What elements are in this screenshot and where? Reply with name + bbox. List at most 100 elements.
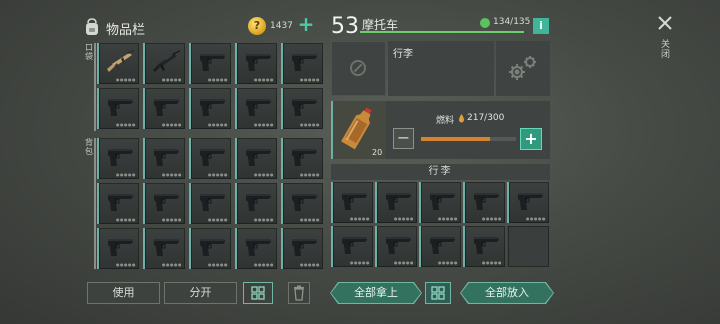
pistol-icon xyxy=(289,50,319,74)
info-button[interactable]: i xyxy=(533,18,549,34)
inventory-slot[interactable]: ●●●●● xyxy=(281,88,323,129)
pistol-icon xyxy=(383,233,413,257)
luggage-slot-label: 行李 xyxy=(393,49,413,60)
quality-stars: ●●●●● xyxy=(350,260,370,265)
inventory-slot[interactable]: ●●●●● xyxy=(281,138,323,179)
add-coins-button[interactable]: + xyxy=(297,14,315,34)
sort-button[interactable] xyxy=(243,282,273,304)
pistol-icon xyxy=(243,50,273,74)
inventory-slot[interactable]: ●●●●● xyxy=(189,43,231,84)
pistol-icon xyxy=(151,145,181,169)
pistol-icon xyxy=(427,189,457,213)
inventory-slot[interactable]: ●●●●● xyxy=(143,43,185,84)
inventory-slot[interactable]: ●●●●● xyxy=(97,43,139,84)
inventory-slot[interactable]: ●●●●● xyxy=(189,88,231,129)
quality-stars: ●●●●● xyxy=(350,216,370,221)
quality-stars: ●●●●● xyxy=(254,122,274,127)
cargo-slot[interactable]: ●●●●● xyxy=(331,182,373,223)
pistol-icon xyxy=(289,95,319,119)
inventory-slot[interactable]: ●●●●● xyxy=(235,183,277,224)
inventory-slot[interactable]: ●●●●● xyxy=(235,88,277,129)
inventory-slot[interactable]: ●●●●● xyxy=(281,228,323,269)
put-all-button[interactable]: 全部放入 xyxy=(461,283,553,303)
quality-stars: ●●●●● xyxy=(208,77,228,82)
pocket-section-bar xyxy=(94,43,96,131)
inventory-slot[interactable]: ●●●●● xyxy=(235,43,277,84)
fuel-decrease-button[interactable]: − xyxy=(393,128,414,149)
inventory-slot[interactable]: ●●●●● xyxy=(235,138,277,179)
close-icon[interactable] xyxy=(655,13,675,33)
pistol-icon xyxy=(151,235,181,259)
backpack-section-bar xyxy=(94,138,96,269)
fuel-increase-button[interactable]: + xyxy=(520,128,542,150)
inventory-slot[interactable]: ●●●●● xyxy=(97,88,139,129)
fuel-slider-fill xyxy=(421,137,490,141)
pistol-icon xyxy=(197,50,227,74)
coin-icon: ? xyxy=(248,17,266,35)
fuel-slider[interactable] xyxy=(421,137,516,141)
pistol-icon xyxy=(105,235,135,259)
use-button[interactable]: 使用 xyxy=(87,282,160,304)
grid-icon xyxy=(251,286,265,300)
inventory-slot[interactable]: ●●●●● xyxy=(97,228,139,269)
quality-stars: ●●●●● xyxy=(482,260,502,265)
take-all-button[interactable]: 全部拿上 xyxy=(331,283,421,303)
backpack-grid: ●●●●● ●●●●● ●●●●● ●●●●● ●●●●● ●●●●● ●●●●… xyxy=(97,138,323,269)
cargo-slot[interactable]: ●●●●● xyxy=(331,226,373,267)
inventory-slot[interactable]: ●●●●● xyxy=(143,138,185,179)
pistol-icon xyxy=(105,95,135,119)
quality-stars: ●●●●● xyxy=(116,122,136,127)
cargo-slot[interactable]: ●●●●● xyxy=(419,226,461,267)
fuel-bottle-icon xyxy=(341,107,372,150)
inventory-slot[interactable]: ●●●●● xyxy=(97,183,139,224)
inventory-slot[interactable]: ●●●●● xyxy=(281,43,323,84)
discard-button[interactable] xyxy=(288,282,310,304)
pistol-icon xyxy=(243,235,273,259)
pistol-icon xyxy=(339,189,369,213)
cargo-slot[interactable]: ●●●●● xyxy=(375,182,417,223)
cargo-sort-button[interactable] xyxy=(425,282,451,304)
pistol-icon xyxy=(243,145,273,169)
quality-stars: ●●●●● xyxy=(254,172,274,177)
quality-stars: ●●●●● xyxy=(526,216,546,221)
cargo-slot-empty[interactable] xyxy=(507,226,549,267)
quality-stars: ●●●●● xyxy=(208,172,228,177)
quality-stars: ●●●●● xyxy=(254,217,274,222)
quality-stars: ●●●●● xyxy=(394,260,414,265)
inventory-slot[interactable]: ●●●●● xyxy=(189,138,231,179)
inventory-slot[interactable]: ●●●●● xyxy=(97,138,139,179)
inventory-slot[interactable]: ●●●●● xyxy=(143,88,185,129)
quality-stars: ●●●●● xyxy=(300,217,320,222)
cargo-slot[interactable]: ●●●●● xyxy=(507,182,549,223)
inventory-slot[interactable]: ●●●●● xyxy=(143,183,185,224)
pistol-icon xyxy=(383,189,413,213)
inventory-slot[interactable]: ●●●●● xyxy=(235,228,277,269)
inventory-slot[interactable]: ●●●●● xyxy=(189,183,231,224)
quality-stars: ●●●●● xyxy=(116,262,136,267)
fuel-item-quantity: 20 xyxy=(372,148,383,157)
quality-stars: ●●●●● xyxy=(208,262,228,267)
split-button[interactable]: 分开 xyxy=(164,282,237,304)
pistol-icon xyxy=(197,145,227,169)
pistol-icon xyxy=(151,95,181,119)
inventory-slot[interactable]: ●●●●● xyxy=(189,228,231,269)
quality-stars: ●●●●● xyxy=(162,77,182,82)
pistol-icon xyxy=(197,235,227,259)
quality-stars: ●●●●● xyxy=(162,172,182,177)
rifle-icon xyxy=(151,50,181,74)
inventory-slot[interactable]: ●●●●● xyxy=(143,228,185,269)
cargo-slot[interactable]: ●●●●● xyxy=(375,226,417,267)
quality-stars: ●●●●● xyxy=(116,172,136,177)
cargo-slot[interactable]: ●●●●● xyxy=(463,182,505,223)
quality-stars: ●●●●● xyxy=(254,262,274,267)
inventory-slot[interactable]: ●●●●● xyxy=(281,183,323,224)
pistol-icon xyxy=(289,235,319,259)
close-label[interactable]: 关闭 xyxy=(661,40,671,60)
cargo-slot[interactable]: ●●●●● xyxy=(419,182,461,223)
quality-stars: ●●●●● xyxy=(254,77,274,82)
quality-stars: ●●●●● xyxy=(162,217,182,222)
inventory-title: 物品栏 xyxy=(106,23,146,38)
blocked-icon xyxy=(350,60,366,76)
pistol-icon xyxy=(289,145,319,169)
cargo-slot[interactable]: ●●●●● xyxy=(463,226,505,267)
